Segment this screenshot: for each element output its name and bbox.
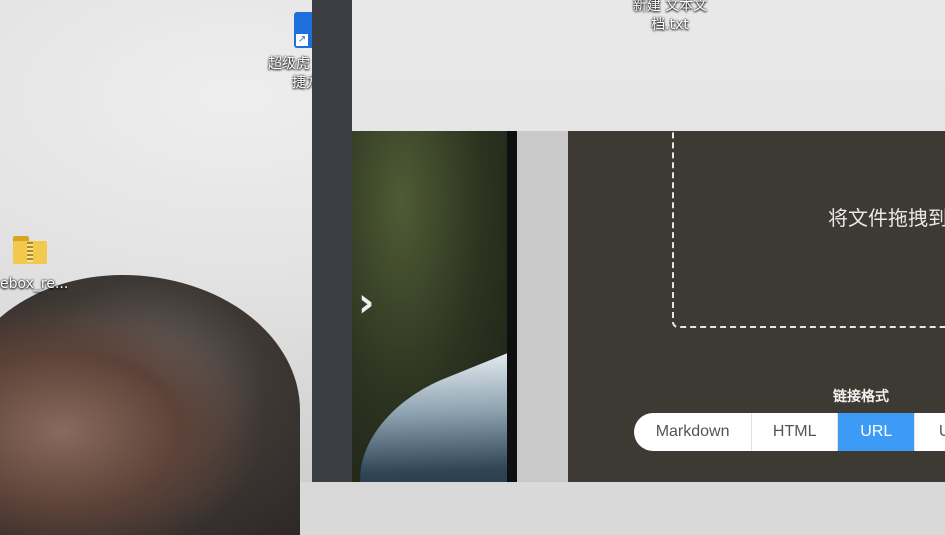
format-markdown-button[interactable]: Markdown <box>634 413 753 451</box>
dropzone-text: 将文件拖拽到 <box>828 206 945 230</box>
preview-image-border <box>507 131 517 482</box>
chevron-sign-icon: › <box>358 280 375 326</box>
link-format-selector: Markdown HTML URL U <box>634 413 945 451</box>
folder-zipper <box>27 242 33 262</box>
preview-image: › <box>352 131 517 482</box>
new-text-file-label[interactable]: 新建 文本文 档.txt <box>620 0 720 35</box>
shortcut-arrow-icon: ↗ <box>296 34 308 46</box>
new-text-file-label-line2: 档.txt <box>651 17 689 33</box>
panel-gap <box>517 131 568 482</box>
zip-folder-label[interactable]: ebox_re... <box>0 275 68 294</box>
zip-folder-icon[interactable] <box>13 236 47 264</box>
link-format-label: 链接格式 <box>833 389 889 405</box>
format-url-button[interactable]: URL <box>838 413 916 451</box>
app-sidebar <box>312 0 352 482</box>
new-text-file-label-line1: 新建 文本文 <box>632 0 708 14</box>
format-html-button[interactable]: HTML <box>752 413 839 451</box>
preview-image-car <box>352 348 517 482</box>
format-ubb-button[interactable]: U <box>915 413 945 451</box>
